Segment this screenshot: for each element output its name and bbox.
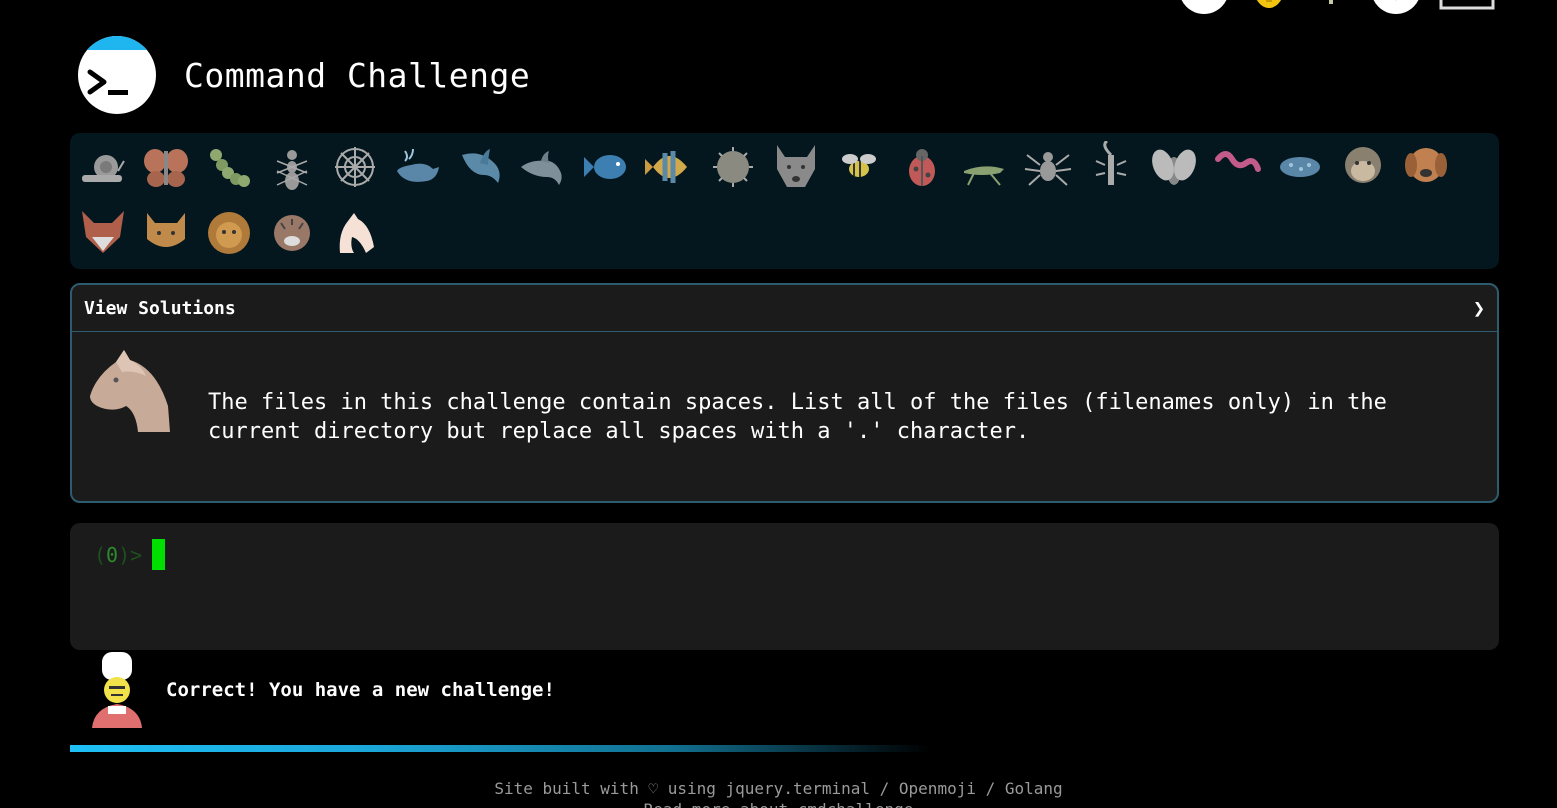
tiger-icon[interactable] xyxy=(265,203,318,263)
footer-credits[interactable]: Site built with ♡ using jquery.terminal … xyxy=(0,778,1557,799)
butterfly-icon[interactable] xyxy=(139,137,192,197)
blowfish-icon[interactable] xyxy=(706,137,759,197)
whale-icon[interactable] xyxy=(391,137,444,197)
cricket-icon[interactable] xyxy=(958,137,1011,197)
animal-row-1 xyxy=(76,137,1452,197)
view-solutions-toggle[interactable]: View Solutions ❯ xyxy=(72,285,1497,332)
wolf-icon[interactable] xyxy=(769,137,822,197)
page-title: Command Challenge xyxy=(184,55,531,95)
top-nav-icons xyxy=(1179,0,1495,14)
footer-read-more-link[interactable]: Read more about cmdchallenge xyxy=(0,799,1557,808)
snail-icon[interactable] xyxy=(76,137,129,197)
header: Command Challenge xyxy=(78,36,530,114)
cat-icon[interactable] xyxy=(139,203,192,263)
view-solutions-label[interactable]: View Solutions xyxy=(84,298,236,319)
tree-icon[interactable] xyxy=(1309,0,1353,14)
fly-icon[interactable] xyxy=(1147,137,1200,197)
progress-bar xyxy=(70,745,930,752)
challenge-body: The files in this challenge contain spac… xyxy=(72,332,1497,500)
spider-icon[interactable] xyxy=(1021,137,1074,197)
ladybug-icon[interactable] xyxy=(895,137,948,197)
chevron-right-icon[interactable]: ❯ xyxy=(1473,296,1485,320)
page: Command Challenge View Solutions ❯ The f… xyxy=(0,0,1557,808)
ant-icon[interactable] xyxy=(265,137,318,197)
fox-icon[interactable] xyxy=(76,203,129,263)
bee-icon[interactable] xyxy=(832,137,885,197)
status-message: Correct! You have a new challenge! xyxy=(88,650,555,730)
badge-icon[interactable] xyxy=(1371,0,1421,14)
challenge-animal-bar xyxy=(70,133,1499,269)
lion-icon[interactable] xyxy=(202,203,255,263)
challenge-panel: View Solutions ❯ The files in this chall… xyxy=(70,283,1499,503)
worm-icon[interactable] xyxy=(1210,137,1263,197)
horse-avatar-icon xyxy=(86,346,182,442)
fish-icon[interactable] xyxy=(580,137,633,197)
dolphin-icon[interactable] xyxy=(517,137,570,197)
spider-web-icon[interactable] xyxy=(328,137,381,197)
laptop-icon[interactable] xyxy=(1439,0,1495,14)
prompt-close: )> xyxy=(118,542,143,567)
shark-icon[interactable] xyxy=(454,137,507,197)
dog-icon[interactable] xyxy=(1399,137,1452,197)
status-text: Correct! You have a new challenge! xyxy=(166,679,555,701)
challenge-description: The files in this challenge contain spac… xyxy=(208,390,1387,444)
animal-row-2 xyxy=(76,203,381,263)
scorpion-icon[interactable] xyxy=(1084,137,1137,197)
terminal-prompt-icon[interactable] xyxy=(78,36,156,114)
prompt-open: ( xyxy=(94,542,107,567)
prompt-counter: 0 xyxy=(106,542,119,567)
terminal-prompt: ( 0 )> xyxy=(94,539,166,570)
horse-icon[interactable] xyxy=(328,203,381,263)
footer: Site built with ♡ using jquery.terminal … xyxy=(0,778,1557,808)
guard-icon xyxy=(88,650,146,730)
monkey-icon[interactable] xyxy=(1336,137,1389,197)
lightbulb-icon[interactable] xyxy=(1247,0,1291,14)
terminal[interactable]: ( 0 )> xyxy=(70,523,1499,650)
user-icon[interactable] xyxy=(1179,0,1229,14)
caterpillar-icon[interactable] xyxy=(202,137,255,197)
terminal-cursor[interactable] xyxy=(152,539,166,570)
microbe-icon[interactable] xyxy=(1273,137,1326,197)
tropical-fish-icon[interactable] xyxy=(643,137,696,197)
